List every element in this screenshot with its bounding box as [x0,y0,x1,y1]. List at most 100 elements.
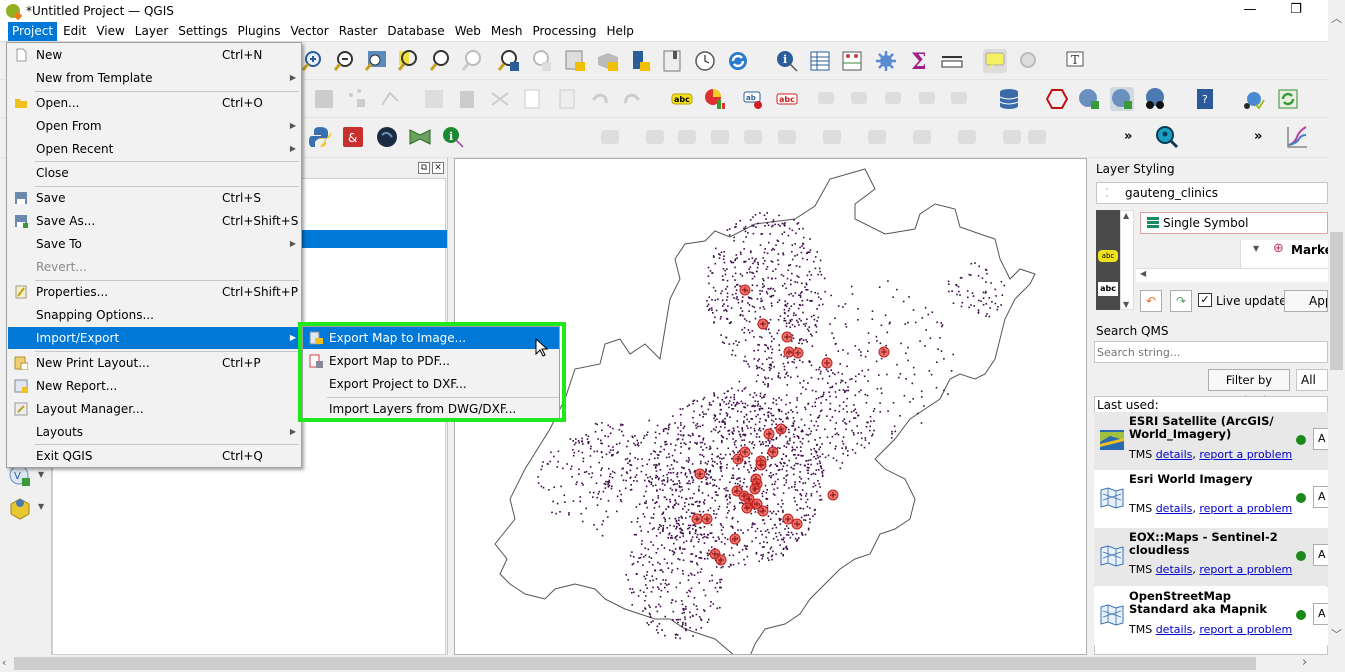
zoom-to-selection-icon[interactable] [396,49,420,73]
data-plotly-icon[interactable] [1285,125,1309,149]
clinic-marker[interactable] [741,502,753,514]
redo-style-button[interactable]: ↷ [1170,290,1192,312]
processing-toolbox-icon[interactable] [874,49,898,73]
toolbar-overflow-button-2[interactable]: » [1254,129,1262,144]
paste-features-icon[interactable] [555,87,579,111]
menu-item-layouts[interactable]: Layouts ▶ [8,421,300,443]
layer-diagram-icon[interactable] [703,87,727,111]
new-bookmark-icon[interactable] [628,49,652,73]
rotate-label-icon[interactable] [848,87,872,111]
statistical-summary-icon[interactable]: Σ [907,49,931,73]
clinic-marker[interactable] [749,483,761,495]
redo-icon[interactable] [620,87,644,111]
measure-line-icon[interactable] [940,49,964,73]
text-annotation-icon[interactable]: T [1063,49,1087,73]
selected-layer-row[interactable] [301,230,447,248]
scroll-down-icon[interactable]: ﹀ [1328,626,1345,642]
filter-by-extent-button[interactable]: Filter by extent [1208,369,1290,407]
zoom-to-layer-icon[interactable] [428,49,452,73]
attribute-table-icon[interactable] [808,49,832,73]
menu-edit[interactable]: Edit [59,22,90,41]
collapse-arrow-icon[interactable]: ▼ [1253,244,1259,253]
layer-select[interactable]: ⁚ gauteng_clinics [1096,182,1328,204]
clinic-marker[interactable] [763,428,775,440]
new-map-view-icon[interactable] [563,49,587,73]
menu-help[interactable]: Help [603,22,638,41]
add-part-icon[interactable] [865,125,889,149]
zoom-last-icon[interactable] [497,49,521,73]
close-panel-icon[interactable]: ✕ [432,162,444,174]
add-wms-dropdown-icon[interactable]: ▼ [38,470,44,479]
search-web-layer-icon[interactable] [1110,87,1134,111]
clinic-marker[interactable] [694,468,706,480]
styling-vscroll[interactable]: ▲ ▼ [1120,210,1134,310]
filter-select[interactable]: All [1296,369,1328,391]
menu-database[interactable]: Database [383,22,448,41]
add-3d-tiles-icon[interactable] [8,496,32,520]
menu-item-save-to[interactable]: Save To ▶ [8,233,300,255]
zoom-next-icon[interactable] [529,49,553,73]
menu-layer[interactable]: Layer [131,22,172,41]
help-book-icon[interactable]: ? [1193,87,1217,111]
clinic-marker[interactable] [701,513,713,525]
add-web-layer-icon[interactable] [1077,87,1101,111]
add-3d-tiles-dropdown-icon[interactable]: ▼ [38,502,44,511]
location-search-icon[interactable] [1155,125,1179,149]
menu-item-export-map-to-image[interactable]: Export Map to Image... [303,327,559,349]
simplify-features-icon[interactable] [775,125,799,149]
details-link[interactable]: details [1156,623,1193,636]
restore-icon[interactable]: ❐ [1276,0,1316,22]
menu-item-new-report[interactable]: New Report... [8,375,300,397]
rotate-feature-icon[interactable] [1025,125,1049,149]
clinic-marker[interactable] [715,554,727,566]
menu-web[interactable]: Web [451,22,485,41]
new-3d-view-icon[interactable] [596,49,620,73]
table-refresh-icon[interactable] [1276,87,1300,111]
python-console-icon[interactable] [308,125,332,149]
move-label-icon[interactable] [815,87,839,111]
clinic-marker[interactable] [691,513,703,525]
qms-service-item[interactable]: EOX::Maps - Sentinel-2 cloudless TMS det… [1094,528,1333,586]
field-calculator-icon[interactable] [840,49,864,73]
merge-features-icon[interactable] [675,125,699,149]
report-problem-link[interactable]: report a problem [1199,448,1292,461]
topology-checker-icon[interactable] [1242,87,1266,111]
show-bookmarks-icon[interactable] [660,49,684,73]
clinic-marker[interactable] [757,505,769,517]
copy-features-icon[interactable] [520,87,544,111]
cut-features-icon[interactable] [488,87,512,111]
window-horizontal-scrollbar[interactable]: ‹ › [0,655,1345,672]
apply-button[interactable]: App [1284,290,1328,312]
zoom-native-icon[interactable] [460,49,484,73]
menu-vector[interactable]: Vector [286,22,332,41]
menu-project[interactable]: Project [8,22,58,41]
clinic-marker[interactable] [739,284,751,296]
zoom-in-icon[interactable] [300,49,324,73]
clinic-marker[interactable] [821,357,833,369]
menu-item-new[interactable]: New Ctrl+N [8,44,300,66]
masks-tab-icon[interactable]: abc [1098,282,1118,296]
temporal-controller-icon[interactable] [693,49,717,73]
menu-item-save-as[interactable]: Save As... Ctrl+Shift+S [8,210,300,232]
menu-item-export-project-to-dxf[interactable]: Export Project to DXF... [303,373,559,395]
delete-ring-icon[interactable] [955,125,979,149]
refresh-icon[interactable] [726,49,750,73]
menu-settings[interactable]: Settings [174,22,231,41]
menu-item-import-export[interactable]: Import/Export ▶ [8,327,300,349]
change-label-icon[interactable] [882,87,906,111]
report-problem-link[interactable]: report a problem [1199,502,1292,515]
reshape-features-icon[interactable] [708,125,732,149]
clinic-marker[interactable] [729,533,741,545]
labels-tab-icon[interactable]: abc [1098,250,1118,262]
menu-processing[interactable]: Processing [528,22,600,41]
clinic-marker[interactable] [783,346,795,358]
modify-attributes-icon[interactable] [422,87,446,111]
menu-plugins[interactable]: Plugins [233,22,284,41]
menu-item-open[interactable]: Open... Ctrl+O [8,92,300,114]
scroll-up-icon[interactable]: ︿ [1328,10,1345,26]
clinic-marker[interactable] [791,518,803,530]
label-properties-icon[interactable] [916,87,940,111]
scroll-thumb[interactable] [1330,232,1343,370]
menu-item-snapping-options[interactable]: Snapping Options... [8,304,300,326]
menu-item-export-map-to-pdf[interactable]: Export Map to PDF... [303,350,559,372]
